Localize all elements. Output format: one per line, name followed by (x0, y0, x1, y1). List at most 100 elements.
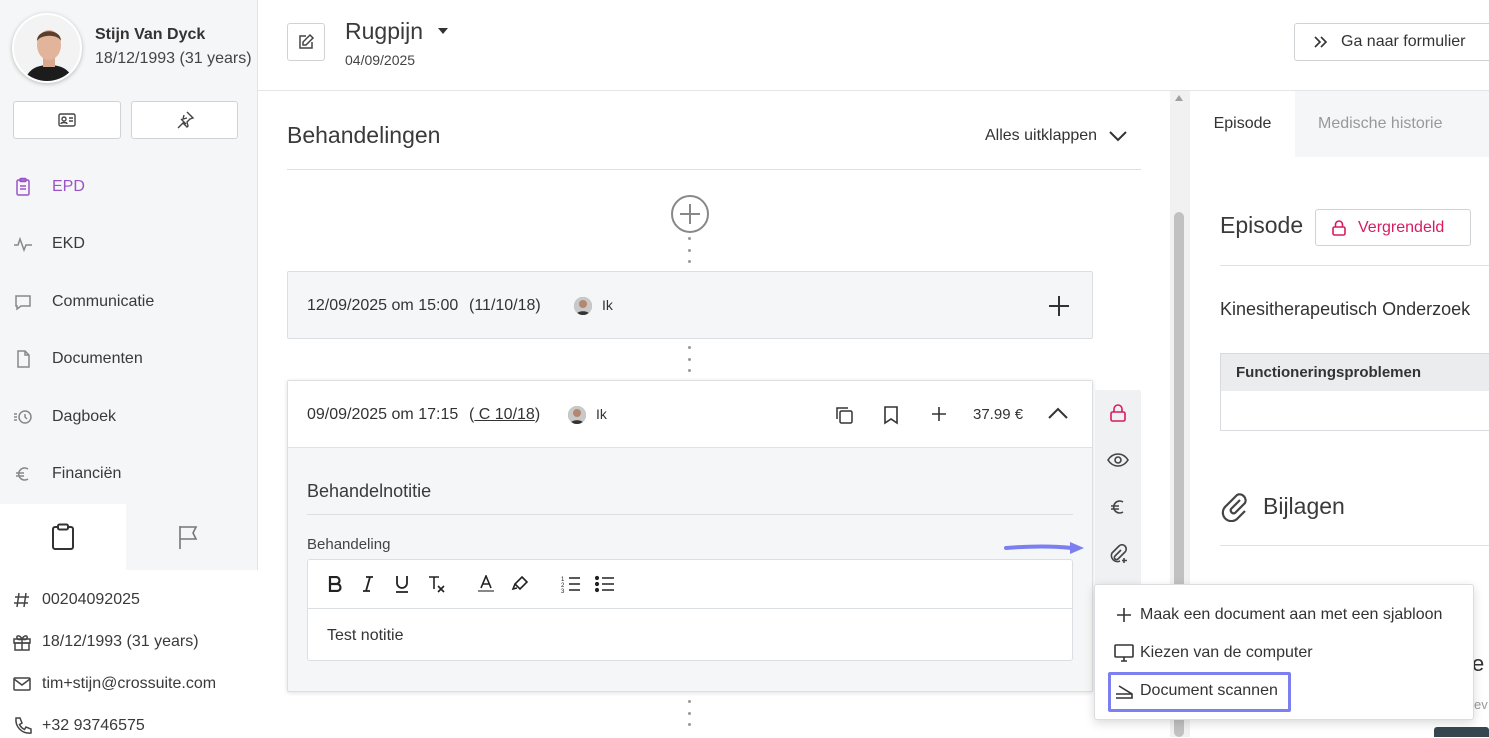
mail-icon (12, 674, 32, 694)
monitor-icon (1113, 642, 1135, 664)
add-to-treatment-button[interactable] (1048, 295, 1070, 317)
partial-button[interactable] (1434, 727, 1489, 737)
partial-text: ev (1474, 697, 1488, 712)
chat-icon (13, 292, 33, 312)
bold-button[interactable] (325, 574, 345, 594)
divider (1220, 545, 1489, 546)
patient-birthday: 18/12/1993 (31 years) (42, 633, 199, 650)
clipboard-icon (13, 177, 33, 197)
divider (307, 514, 1073, 515)
nav-financien[interactable]: Financiën (0, 454, 258, 494)
nav-communicatie[interactable]: Communicatie (0, 282, 258, 322)
divider (1220, 265, 1489, 266)
timeline-dots (688, 346, 692, 372)
add-button[interactable] (931, 406, 947, 422)
timeline-dots (688, 237, 692, 263)
treatment-code-link[interactable]: ( C 10/18) (469, 406, 540, 424)
patient-number: 00204092025 (42, 591, 140, 608)
menu-item-label: Maak een document aan met een sjabloon (1140, 606, 1443, 623)
bookmark-button[interactable] (883, 405, 899, 425)
patient-birthday-row: 18/12/1993 (31 years) (12, 630, 199, 654)
history-icon (13, 407, 33, 427)
patient-email[interactable]: tim+stijn@crossuite.com (42, 675, 216, 693)
view-button[interactable] (1095, 437, 1141, 483)
treatments-panel: Behandelingen Alles uitklappen 12/09/202… (258, 91, 1190, 737)
underline-button[interactable] (392, 574, 412, 594)
patient-email-row: tim+stijn@crossuite.com (12, 672, 216, 696)
plus-circle-icon (671, 195, 709, 233)
clipboard-icon (50, 523, 76, 551)
lock-button[interactable] (1095, 390, 1141, 436)
treatment-card-expanded: 09/09/2025 om 17:15 ( C 10/18) Ik 37.99 … (287, 380, 1093, 692)
eye-icon (1107, 452, 1129, 468)
tab-patient-details[interactable] (0, 504, 126, 570)
attachment-menu: Maak een document aan met een sjabloon K… (1094, 584, 1474, 720)
bullet-list-button[interactable] (595, 574, 615, 594)
highlight-box (1108, 672, 1291, 712)
case-date: 04/09/2025 (345, 52, 416, 68)
patient-info: 00204092025 18/12/1993 (31 years) tim+st… (0, 570, 258, 737)
patient-name: Stijn Van Dyck (95, 26, 206, 43)
plus-icon (1113, 604, 1135, 626)
treatment-price: 37.99 € (973, 406, 1024, 423)
copy-button[interactable] (834, 405, 854, 425)
copy-icon (834, 405, 854, 425)
edit-case-button[interactable] (287, 23, 325, 61)
id-card-icon (57, 111, 77, 129)
editor-content[interactable]: Test notitie (327, 627, 403, 645)
flag-icon (176, 523, 202, 551)
euro-icon (1109, 498, 1127, 516)
patient-phone[interactable]: +32 93746575 (42, 717, 145, 735)
treatment-card-collapsed[interactable]: 12/09/2025 om 15:00 (11/10/18) Ik (287, 271, 1093, 339)
nav-dagboek[interactable]: Dagboek (0, 397, 258, 437)
note-editor: 123 Test notitie (307, 559, 1073, 661)
attachments-title: Bijlagen (1263, 493, 1345, 519)
functioning-problems-table: Functioneringsproblemen (1220, 353, 1489, 431)
treatment-card-header[interactable]: 09/09/2025 om 17:15 ( C 10/18) Ik 37.99 … (288, 381, 1092, 448)
tab-flags[interactable] (126, 504, 252, 570)
locked-label: Vergrendeld (1358, 218, 1445, 236)
plus-icon (931, 406, 947, 422)
euro-icon (13, 464, 33, 484)
nav-label: Communicatie (52, 293, 155, 310)
scroll-up-icon[interactable] (1175, 95, 1183, 101)
arrow-annotation-icon (1004, 541, 1086, 555)
patient-number-row: 00204092025 (12, 588, 140, 612)
highlight-button[interactable] (510, 574, 530, 594)
menu-item-template[interactable]: Maak een document aan met een sjabloon (1113, 602, 1442, 628)
tab-medische-historie[interactable]: Medische historie (1295, 91, 1489, 157)
case-header: Rugpijn 04/09/2025 Ga naar formulier (258, 0, 1489, 91)
chevron-up-icon (1048, 407, 1068, 419)
nav-epd[interactable]: EPD (0, 167, 258, 207)
locked-button[interactable]: Vergrendeld (1315, 209, 1471, 246)
phone-icon (12, 716, 32, 736)
attachment-button[interactable] (1095, 531, 1141, 577)
nav-ekd[interactable]: EKD (0, 224, 258, 264)
add-treatment-button[interactable] (671, 195, 709, 233)
pin-button[interactable] (131, 101, 238, 139)
menu-item-label: Kiezen van de computer (1140, 644, 1313, 661)
case-dropdown-icon[interactable] (438, 28, 448, 34)
expand-all-button[interactable]: Alles uitklappen (985, 127, 1127, 145)
lock-icon (1108, 403, 1128, 423)
therapist-avatar (574, 297, 592, 315)
goto-form-button[interactable]: Ga naar formulier (1294, 23, 1489, 61)
treatment-code: C 10/18 (474, 406, 535, 423)
menu-item-computer[interactable]: Kiezen van de computer (1113, 640, 1313, 666)
case-title[interactable]: Rugpijn (345, 18, 423, 45)
nav-label: EKD (52, 235, 85, 252)
patient-info-tabs (0, 504, 258, 570)
clear-format-button[interactable] (426, 574, 446, 594)
patient-sidebar: Stijn Van Dyck 18/12/1993 (31 years) EPD… (0, 0, 258, 737)
text-color-button[interactable] (476, 574, 496, 594)
expand-all-label: Alles uitklappen (985, 127, 1098, 144)
tab-episode[interactable]: Episode (1190, 91, 1295, 157)
nav-label: EPD (52, 178, 85, 195)
goto-form-label: Ga naar formulier (1341, 33, 1466, 50)
patient-card-button[interactable] (13, 101, 121, 139)
billing-button[interactable] (1095, 484, 1141, 530)
nav-documenten[interactable]: Documenten (0, 339, 258, 379)
collapse-button[interactable] (1048, 407, 1068, 419)
ordered-list-button[interactable]: 123 (561, 574, 581, 594)
italic-button[interactable] (358, 574, 378, 594)
